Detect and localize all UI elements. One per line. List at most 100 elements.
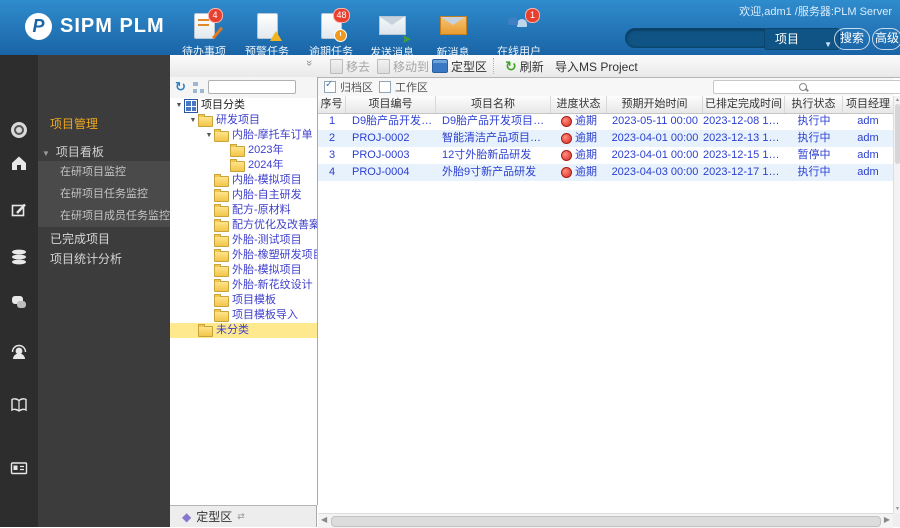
tree-node-label: 外胎-橡塑研发项目 bbox=[232, 249, 318, 261]
tree-node[interactable]: 内胎-模拟项目 bbox=[170, 173, 317, 188]
col-header-start[interactable]: 预期开始时间 bbox=[607, 96, 703, 113]
overdue-status-icon bbox=[561, 116, 572, 127]
tree-node[interactable]: 外胎-测试项目 bbox=[170, 233, 317, 248]
id-card-icon[interactable] bbox=[10, 459, 28, 477]
cell-progress: 逾期 bbox=[575, 115, 597, 127]
app-header: 欢迎,adm1 /服务器:PLM Server P SIPM PLM ▼ 4 待… bbox=[0, 0, 900, 59]
cell-manager[interactable]: adm bbox=[843, 113, 893, 130]
cell-code-link[interactable]: PROJ-0002 bbox=[346, 130, 436, 147]
advanced-search-button[interactable]: 高级 bbox=[872, 28, 900, 50]
cell-no: 4 bbox=[328, 166, 336, 178]
horizontal-scrollbar[interactable]: ◀ ▶ bbox=[318, 513, 893, 528]
table-row[interactable]: 3 PROJ-0003 12寸外胎新品研发 逾期 2023-04-01 00:0… bbox=[318, 147, 893, 164]
tree-footer-bar[interactable]: ◆ 定型区 ⇄ bbox=[170, 505, 317, 527]
database-icon[interactable] bbox=[10, 248, 28, 266]
swap-icon[interactable]: ⇄ bbox=[237, 511, 245, 522]
tree-node[interactable]: 项目模板 bbox=[170, 293, 317, 308]
scroll-right-icon[interactable]: ▶ bbox=[884, 515, 890, 524]
tree-node[interactable]: 外胎-橡塑研发项目 bbox=[170, 248, 317, 263]
nav-warning-tasks[interactable]: 预警任务 bbox=[238, 13, 296, 59]
collapse-panel-icon[interactable]: » bbox=[303, 60, 315, 66]
cell-code-link[interactable]: D9胎产品开发项目… bbox=[346, 113, 436, 130]
col-header-no[interactable]: 序号 bbox=[318, 96, 346, 113]
sidebar-item-member-task-monitor[interactable]: 在研项目成员任务监控 bbox=[38, 205, 170, 227]
search-category-select[interactable]: 项目 ▼ bbox=[764, 28, 840, 50]
users-icon: 1 bbox=[506, 8, 540, 39]
overdue-badge: 48 bbox=[333, 8, 350, 23]
import-ms-project-button[interactable]: 导入MS Project bbox=[555, 55, 638, 77]
nav-overdue-tasks[interactable]: 48 逾期任务 bbox=[302, 8, 360, 59]
cell-code-link[interactable]: PROJ-0003 bbox=[346, 147, 436, 164]
col-header-end[interactable]: 已排定完成时间 bbox=[703, 96, 785, 113]
pin-area-button[interactable]: 定型区 bbox=[432, 55, 487, 77]
tree-refresh-icon[interactable]: ↻ bbox=[175, 79, 186, 95]
tree-search-input[interactable] bbox=[208, 80, 296, 94]
tree-node[interactable]: 外胎-新花纹设计 bbox=[170, 278, 317, 293]
caret-down-icon[interactable]: ▼ bbox=[174, 98, 184, 113]
tree-node-root[interactable]: ▼ 项目分类 bbox=[170, 98, 317, 113]
sipm-badge-icon[interactable] bbox=[10, 121, 28, 139]
table-row[interactable]: 2 PROJ-0002 智能清洁产品项目模板 逾期 2023-04-01 00:… bbox=[318, 130, 893, 147]
sidebar-item-active-project-monitor[interactable]: 在研项目监控 bbox=[38, 161, 170, 183]
logo-dropdown-icon[interactable]: ▼ bbox=[152, 24, 161, 34]
nav-todo-items[interactable]: 4 待办事项 bbox=[175, 8, 233, 59]
work-area-checkbox[interactable] bbox=[379, 81, 391, 93]
sidebar-item-completed-projects[interactable]: 已完成项目 bbox=[38, 229, 182, 249]
refresh-button[interactable]: ↻ 刷新 bbox=[505, 55, 544, 77]
cell-name-link[interactable]: D9胎产品开发项目模板 bbox=[436, 113, 551, 130]
col-header-progress[interactable]: 进度状态 bbox=[551, 96, 607, 113]
cell-code-link[interactable]: PROJ-0004 bbox=[346, 164, 436, 181]
tree-node[interactable]: 配方-原材料 bbox=[170, 203, 317, 218]
sidebar-group-project-kanban[interactable]: ▼ 项目看板 bbox=[38, 142, 170, 162]
book-icon[interactable] bbox=[10, 396, 28, 414]
tree-node[interactable]: 内胎-自主研发 bbox=[170, 188, 317, 203]
nav-new-message[interactable]: 新消息 bbox=[424, 13, 482, 60]
cell-manager[interactable]: adm bbox=[843, 164, 893, 181]
cell-name-link[interactable]: 12寸外胎新品研发 bbox=[436, 147, 551, 164]
vertical-scroll-thumb[interactable] bbox=[895, 104, 900, 164]
edit-icon[interactable] bbox=[10, 201, 28, 219]
cell-end: 2023-12-13 17:00 bbox=[703, 132, 785, 144]
cell-manager[interactable]: adm bbox=[843, 147, 893, 164]
cell-manager[interactable]: adm bbox=[843, 130, 893, 147]
archive-area-checkbox[interactable] bbox=[324, 79, 336, 93]
remove-button[interactable]: 移去 bbox=[330, 55, 370, 77]
nav-online-users[interactable]: 1 在线用户 bbox=[490, 8, 548, 59]
tree-node[interactable]: 2023年 bbox=[170, 143, 317, 158]
scroll-down-icon[interactable]: ▼ bbox=[894, 506, 900, 512]
table-row[interactable]: 1 D9胎产品开发项目… D9胎产品开发项目模板 逾期 2023-05-11 0… bbox=[318, 113, 893, 130]
global-search-input[interactable] bbox=[625, 28, 773, 48]
scroll-left-icon[interactable]: ◀ bbox=[321, 515, 327, 524]
caret-down-icon[interactable]: ▼ bbox=[188, 113, 198, 128]
col-header-exec[interactable]: 执行状态 bbox=[785, 96, 843, 113]
col-header-name[interactable]: 项目名称 bbox=[436, 96, 551, 113]
sidebar-item-project-management[interactable]: 项目管理 bbox=[38, 112, 182, 136]
nav-send-message[interactable]: ➤ 发送消息 bbox=[363, 13, 421, 60]
search-icon[interactable] bbox=[799, 83, 807, 91]
home-icon[interactable] bbox=[10, 154, 28, 172]
cell-name-link[interactable]: 外胎9寸新产品研发 bbox=[436, 164, 551, 181]
chat-icon[interactable] bbox=[10, 293, 28, 311]
cell-name-link[interactable]: 智能清洁产品项目模板 bbox=[436, 130, 551, 147]
col-header-code[interactable]: 项目编号 bbox=[346, 96, 436, 113]
scroll-up-icon[interactable]: ▲ bbox=[894, 97, 900, 103]
table-row[interactable]: 4 PROJ-0004 外胎9寸新产品研发 逾期 2023-04-03 00:0… bbox=[318, 164, 893, 181]
tree-node[interactable]: 配方优化及改善案 bbox=[170, 218, 317, 233]
caret-down-icon[interactable]: ▼ bbox=[204, 128, 214, 143]
tree-node[interactable]: 项目模板导入 bbox=[170, 308, 317, 323]
horizontal-scroll-thumb[interactable] bbox=[331, 516, 881, 527]
sidebar-item-project-statistics[interactable]: 项目统计分析 bbox=[38, 249, 182, 269]
col-header-manager[interactable]: 项目经理 bbox=[843, 96, 893, 113]
tree-node-label: 项目模板 bbox=[232, 294, 276, 306]
search-button[interactable]: 搜索 bbox=[834, 28, 870, 50]
tree-node-uncategorized-selected[interactable]: 未分类 bbox=[170, 323, 317, 338]
support-headset-icon[interactable] bbox=[10, 343, 28, 361]
sidebar-item-active-task-monitor[interactable]: 在研项目任务监控 bbox=[38, 183, 170, 205]
tree-node[interactable]: ▼ 研发项目 bbox=[170, 113, 317, 128]
tree-node[interactable]: 2024年 bbox=[170, 158, 317, 173]
tree-node[interactable]: 外胎-模拟项目 bbox=[170, 263, 317, 278]
tree-node[interactable]: ▼ 内胎-摩托车订单 bbox=[170, 128, 317, 143]
vertical-scrollbar[interactable]: ▲ ▼ bbox=[893, 96, 900, 513]
hierarchy-icon[interactable] bbox=[193, 82, 204, 93]
move-to-button[interactable]: 移动到 bbox=[377, 55, 429, 77]
